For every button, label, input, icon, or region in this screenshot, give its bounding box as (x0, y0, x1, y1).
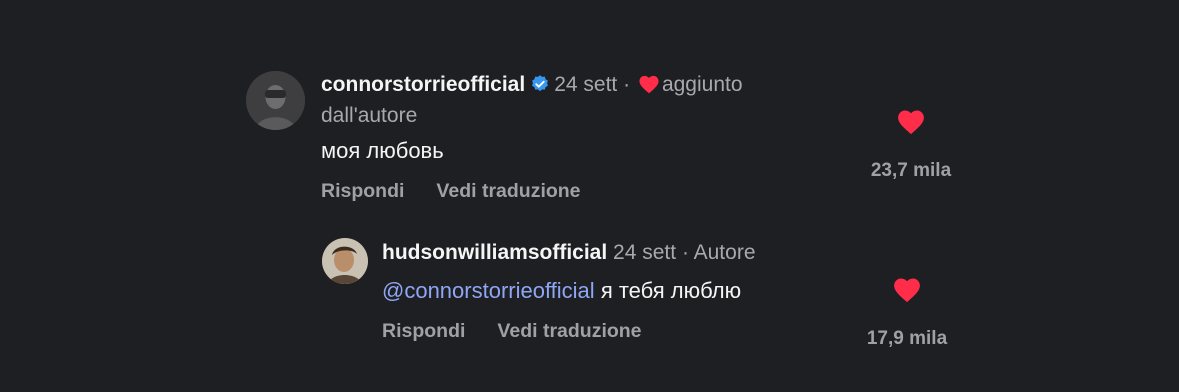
avatar-photo-icon (322, 238, 368, 284)
like-count[interactable]: 17,9 mila (852, 328, 962, 350)
reply-button[interactable]: Rispondi (321, 180, 404, 203)
comment-actions: Rispondi Vedi traduzione (321, 180, 966, 203)
separator: · (681, 241, 689, 264)
comment-date: 24 sett (554, 73, 618, 96)
author-badge: Autore (693, 241, 756, 264)
reply-button[interactable]: Rispondi (382, 320, 465, 343)
comment-body: connorstorrieofficial 24 sett · aggiunto … (305, 71, 966, 203)
comment-header: connorstorrieofficial 24 sett · aggiunto … (321, 71, 841, 130)
see-translation-button[interactable]: Vedi traduzione (436, 180, 580, 203)
separator: · (623, 73, 631, 96)
username[interactable]: hudsonwilliamsofficial (382, 241, 607, 264)
heart-icon (638, 74, 660, 102)
like-section: 17,9 mila (852, 276, 962, 350)
like-count[interactable]: 23,7 mila (856, 160, 966, 182)
like-heart-icon[interactable] (892, 276, 922, 308)
comment-date: 24 sett (613, 241, 677, 264)
comment-text-body: я тебя люблю (600, 278, 742, 303)
comment-body: hudsonwilliamsofficial 24 sett · Autore … (368, 238, 962, 349)
comment: connorstorrieofficial 24 sett · aggiunto … (246, 71, 966, 203)
reply-comment: hudsonwilliamsofficial 24 sett · Autore … (322, 238, 962, 349)
verified-badge-icon (530, 74, 550, 102)
like-heart-icon[interactable] (896, 108, 926, 140)
username[interactable]: connorstorrieofficial (321, 73, 525, 96)
avatar[interactable] (322, 238, 368, 284)
comment-header: hudsonwilliamsofficial 24 sett · Autore (382, 239, 902, 267)
like-section: 23,7 mila (856, 108, 966, 182)
avatar[interactable] (246, 71, 305, 130)
avatar-photo-icon (246, 71, 305, 130)
see-translation-button[interactable]: Vedi traduzione (497, 320, 641, 343)
mention-link[interactable]: @connorstorrieofficial (382, 278, 595, 303)
